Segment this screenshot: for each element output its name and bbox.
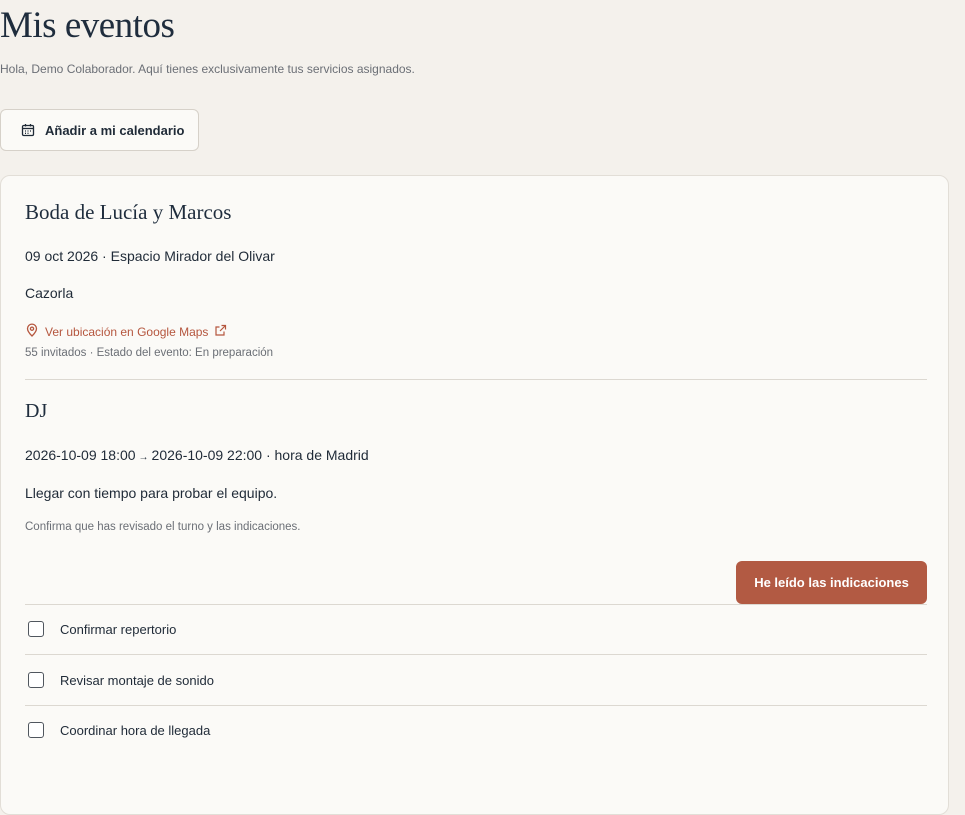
calendar-icon (21, 123, 35, 137)
task-label: Confirmar repertorio (60, 621, 177, 637)
task-item[interactable]: Confirmar repertorio (25, 619, 927, 639)
task-label: Revisar montaje de sonido (60, 672, 214, 688)
event-city: Cazorla (25, 285, 74, 301)
service-title: DJ (25, 400, 48, 422)
service-start: 2026-10-09 18:00 (25, 447, 136, 463)
arrow-icon: → (138, 452, 149, 463)
task-item[interactable]: Revisar montaje de sonido (25, 670, 927, 690)
event-meta: 55 invitados · Estado del evento: En pre… (25, 347, 274, 359)
page-title: Mis eventos (0, 5, 175, 46)
task-divider (25, 705, 927, 706)
task-checkbox[interactable] (28, 672, 44, 688)
task-item[interactable]: Coordinar hora de llegada (25, 720, 927, 740)
task-divider (25, 654, 927, 655)
task-label: Coordinar hora de llegada (60, 722, 211, 738)
event-card: Boda de Lucía y Marcos 09 oct 2026 · Esp… (0, 175, 949, 815)
event-date-venue: 09 oct 2026 · Espacio Mirador del Olivar (25, 248, 275, 264)
service-end-timezone: 2026-10-09 22:00 · hora de Madrid (151, 447, 369, 463)
google-maps-link-label: Ver ubicación en Google Maps (45, 324, 209, 339)
read-instructions-button[interactable]: He leído las indicaciones (736, 561, 927, 604)
google-maps-link[interactable]: Ver ubicación en Google Maps (25, 323, 227, 340)
confirm-hint: Confirma que has revisado el turno y las… (25, 521, 301, 533)
add-to-calendar-label: Añadir a mi calendario (45, 122, 185, 138)
service-schedule: 2026-10-09 18:00 → 2026-10-09 22:00 · hora… (25, 447, 369, 463)
service-note: Llegar con tiempo para probar el equipo. (25, 485, 278, 501)
task-checkbox[interactable] (28, 621, 44, 637)
event-title: Boda de Lucía y Marcos (25, 200, 232, 224)
add-to-calendar-button[interactable]: Añadir a mi calendario (0, 109, 199, 151)
task-checkbox[interactable] (28, 722, 44, 738)
external-link-icon (214, 324, 227, 340)
map-pin-icon (25, 323, 39, 340)
section-divider (25, 379, 927, 380)
page-subtitle: Hola, Demo Colaborador. Aquí tienes excl… (0, 62, 415, 76)
task-divider (25, 604, 927, 605)
